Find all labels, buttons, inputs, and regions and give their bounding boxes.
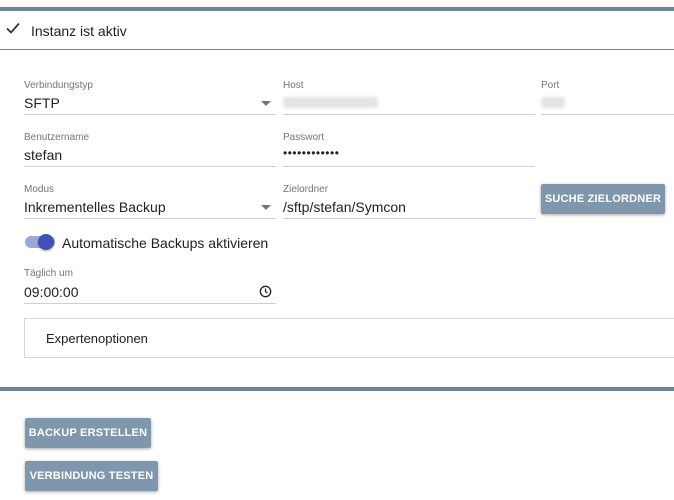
mode-value: Inkrementelles Backup xyxy=(24,199,166,215)
username-input[interactable]: stefan xyxy=(24,144,276,168)
create-backup-button[interactable]: BACKUP ERSTELLEN xyxy=(25,418,151,448)
mode-select[interactable]: Inkrementelles Backup xyxy=(24,196,276,220)
daily-at-label: Täglich um xyxy=(24,268,73,279)
daily-at-underline xyxy=(24,303,276,304)
connection-type-label: Verbindungstyp xyxy=(24,80,93,91)
port-label: Port xyxy=(541,80,560,91)
connection-type-value: SFTP xyxy=(24,95,60,111)
target-folder-label: Zielordner xyxy=(283,184,329,195)
clock-icon[interactable] xyxy=(259,285,272,298)
username-underline xyxy=(24,166,276,167)
password-value: •••••••••••• xyxy=(283,146,340,160)
check-icon xyxy=(6,22,20,34)
mode-underline xyxy=(24,218,276,219)
status-text: Instanz ist aktiv xyxy=(31,23,127,39)
password-underline xyxy=(283,166,535,167)
section-divider xyxy=(0,387,674,391)
target-folder-underline xyxy=(283,218,535,219)
test-connection-button[interactable]: VERBINDUNG TESTEN xyxy=(25,461,158,491)
auto-backup-label: Automatische Backups aktivieren xyxy=(62,235,269,251)
username-label: Benutzername xyxy=(24,132,90,143)
connection-type-select[interactable]: SFTP xyxy=(24,92,276,116)
host-label: Host xyxy=(283,80,304,91)
port-input[interactable] xyxy=(541,92,674,116)
daily-at-input[interactable]: 09:00:00 xyxy=(24,281,276,305)
auto-backup-toggle-thumb[interactable] xyxy=(38,234,54,250)
connection-type-underline xyxy=(24,114,276,115)
mode-label: Modus xyxy=(24,184,55,195)
chevron-down-icon xyxy=(261,205,271,210)
chevron-down-icon xyxy=(261,101,271,106)
host-underline xyxy=(283,114,535,115)
host-input[interactable] xyxy=(283,92,535,116)
password-label: Passwort xyxy=(283,132,325,143)
username-value: stefan xyxy=(24,147,63,163)
target-folder-input[interactable]: /sftp/stefan/Symcon xyxy=(283,196,535,220)
target-folder-value: /sftp/stefan/Symcon xyxy=(283,199,406,215)
daily-at-value: 09:00:00 xyxy=(24,284,79,300)
password-input[interactable]: •••••••••••• xyxy=(283,144,535,168)
port-value-redacted xyxy=(541,97,565,108)
host-value-redacted xyxy=(283,97,378,108)
search-target-folder-button[interactable]: SUCHE ZIELORDNER xyxy=(541,184,665,214)
port-underline xyxy=(541,114,674,115)
expert-options-label: Expertenoptionen xyxy=(46,331,148,346)
